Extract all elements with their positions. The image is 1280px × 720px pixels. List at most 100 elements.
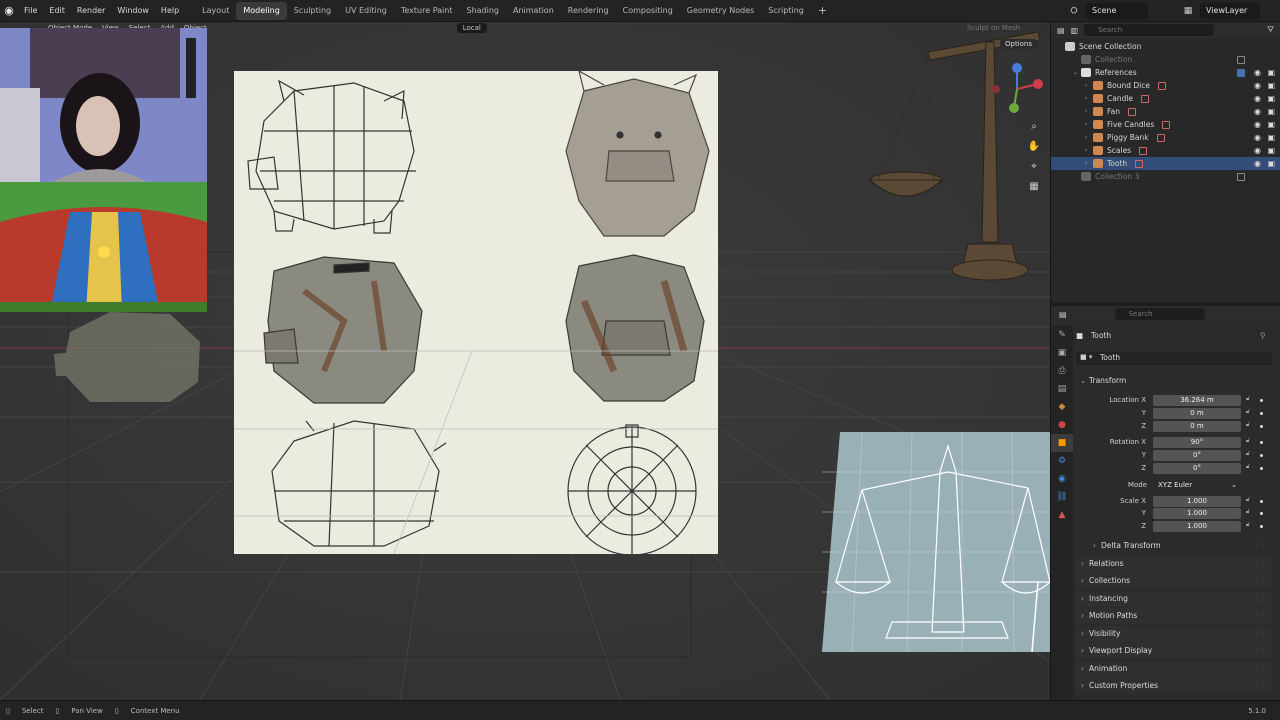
render-camera-icon[interactable]: ▣	[1267, 159, 1275, 168]
keyframe-dot-icon[interactable]	[1260, 467, 1263, 470]
menu-render[interactable]: Render	[71, 0, 111, 22]
lock-icon[interactable]: 🔓︎	[1246, 450, 1250, 458]
outliner-row[interactable]: › Scales ◉ ▣	[1051, 144, 1280, 157]
pan-hand-icon[interactable]: ✋	[1026, 138, 1042, 154]
expand-arrow-icon[interactable]: ›	[1085, 160, 1093, 167]
editor-type-icon[interactable]: ▤	[1059, 310, 1067, 319]
tab-texture-paint[interactable]: Texture Paint	[394, 2, 460, 20]
tab-scripting[interactable]: Scripting	[761, 2, 811, 20]
section-collections[interactable]: Collections	[1076, 573, 1272, 589]
keyframe-dot-icon[interactable]	[1260, 441, 1263, 444]
scales-reference-plane[interactable]	[822, 432, 1050, 652]
visibility-eye-icon[interactable]: ◉	[1254, 159, 1261, 168]
expand-arrow-icon[interactable]: ›	[1085, 95, 1093, 102]
piggy-bank-model[interactable]	[50, 302, 210, 412]
tab-geometry-nodes[interactable]: Geometry Nodes	[680, 2, 761, 20]
rotation-mode-dropdown[interactable]: XYZ Euler ⌄	[1153, 480, 1241, 491]
scale-x-field[interactable]: 1.000	[1153, 496, 1241, 507]
expand-arrow-icon[interactable]: ›	[1085, 108, 1093, 115]
lock-icon[interactable]: 🔓︎	[1246, 508, 1250, 516]
camera-view-icon[interactable]: ⌖	[1026, 158, 1042, 174]
exclude-checkbox[interactable]	[1237, 172, 1245, 181]
navigation-gizmo[interactable]	[990, 62, 1044, 116]
visibility-eye-icon[interactable]: ◉	[1254, 68, 1261, 77]
section-custom-properties[interactable]: Custom Properties	[1076, 678, 1272, 694]
lock-icon[interactable]: 🔓︎	[1246, 395, 1250, 403]
image-data-icon[interactable]	[1156, 133, 1165, 142]
keyframe-dot-icon[interactable]	[1260, 512, 1263, 515]
view-layer-selector[interactable]: ▦ ViewLayer	[1180, 3, 1260, 19]
location-y-field[interactable]: 0 m	[1153, 408, 1241, 419]
lock-icon[interactable]: 🔓︎	[1246, 496, 1250, 504]
keyframe-dot-icon[interactable]	[1260, 399, 1263, 402]
object-name[interactable]: Tooth	[1091, 331, 1111, 340]
outliner-row[interactable]: › Tooth ◉ ▣	[1051, 157, 1280, 170]
scene-name-field[interactable]: Scene	[1086, 3, 1148, 19]
rotation-z-field[interactable]: 0°	[1153, 463, 1241, 474]
keyframe-dot-icon[interactable]	[1260, 454, 1263, 457]
expand-arrow-icon[interactable]: ›	[1085, 121, 1093, 128]
tab-shading[interactable]: Shading	[459, 2, 506, 20]
render-camera-icon[interactable]: ▣	[1267, 94, 1275, 103]
visibility-eye-icon[interactable]: ◉	[1254, 146, 1261, 155]
rotation-y-field[interactable]: 0°	[1153, 450, 1241, 461]
render-camera-icon[interactable]: ▣	[1267, 133, 1275, 142]
add-workspace-icon[interactable]: +	[811, 2, 834, 20]
render-camera-icon[interactable]: ▣	[1267, 68, 1275, 77]
lock-icon[interactable]: 🔓︎	[1246, 437, 1250, 445]
outliner-row[interactable]: › Candle ◉ ▣	[1051, 92, 1280, 105]
rotation-x-field[interactable]: 90°	[1153, 437, 1241, 448]
image-data-icon[interactable]	[1162, 120, 1171, 129]
lock-icon[interactable]: 🔓︎	[1246, 421, 1250, 429]
image-data-icon[interactable]	[1127, 107, 1136, 116]
image-data-icon[interactable]	[1157, 81, 1166, 90]
pin-icon[interactable]: ⚲	[1260, 331, 1266, 340]
transform-header[interactable]: Transform	[1089, 376, 1126, 385]
visibility-eye-icon[interactable]: ◉	[1254, 133, 1261, 142]
tab-compositing[interactable]: Compositing	[616, 2, 680, 20]
tab-layout[interactable]: Layout	[195, 2, 236, 20]
keyframe-dot-icon[interactable]	[1260, 500, 1263, 503]
tab-sculpting[interactable]: Sculpting	[287, 2, 338, 20]
section-animation[interactable]: Animation	[1076, 660, 1272, 677]
outliner-row[interactable]: › Five Candles ◉ ▣	[1051, 118, 1280, 131]
exclude-checkbox[interactable]	[1237, 68, 1245, 77]
scale-z-field[interactable]: 1.000	[1153, 521, 1241, 532]
piggy-bank-reference-image[interactable]	[234, 69, 718, 556]
scale-y-field[interactable]: 1.000	[1153, 508, 1241, 519]
tab-modeling[interactable]: Modeling	[236, 1, 287, 20]
display-mode-icon[interactable]: ▥	[1071, 26, 1079, 35]
render-tab-icon[interactable]: ▣	[1051, 344, 1073, 362]
outliner-row[interactable]: › Fan ◉ ▣	[1051, 105, 1280, 118]
tab-uv-editing[interactable]: UV Editing	[338, 2, 394, 20]
visibility-eye-icon[interactable]: ◉	[1254, 107, 1261, 116]
blender-logo-icon[interactable]: ◉	[0, 0, 18, 22]
render-camera-icon[interactable]: ▣	[1267, 81, 1275, 90]
exclude-checkbox[interactable]	[1237, 55, 1245, 64]
menu-window[interactable]: Window	[111, 0, 155, 22]
lock-icon[interactable]: 🔓︎	[1246, 408, 1250, 416]
location-x-field[interactable]: 36.264 m	[1153, 395, 1241, 406]
section-instancing[interactable]: Instancing	[1076, 590, 1272, 607]
section-visibility[interactable]: Visibility	[1076, 625, 1272, 642]
keyframe-dot-icon[interactable]	[1260, 425, 1263, 428]
outliner-row[interactable]: ⌄ References ◉ ▣	[1051, 66, 1280, 79]
section-motion-paths[interactable]: Motion Paths	[1076, 608, 1272, 624]
tool-tab-icon[interactable]: ✎	[1051, 326, 1073, 344]
visibility-eye-icon[interactable]: ◉	[1254, 120, 1261, 129]
menu-help[interactable]: Help	[155, 0, 185, 22]
expand-arrow-icon[interactable]: ›	[1085, 147, 1093, 154]
section-relations[interactable]: Relations	[1076, 555, 1272, 572]
tab-animation[interactable]: Animation	[506, 2, 561, 20]
zoom-icon[interactable]: ⌕	[1026, 118, 1042, 134]
outliner-search-input[interactable]: Search	[1084, 24, 1215, 36]
keyframe-dot-icon[interactable]	[1260, 412, 1263, 415]
render-camera-icon[interactable]: ▣	[1267, 146, 1275, 155]
lock-icon[interactable]: 🔓︎	[1246, 463, 1250, 471]
section-viewport-display[interactable]: Viewport Display	[1076, 643, 1272, 659]
object-name-field[interactable]: ■ ▾ Tooth	[1076, 352, 1272, 365]
visibility-eye-icon[interactable]: ◉	[1254, 81, 1261, 90]
sculpt-on-mesh-label[interactable]: Sculpt on Mesh	[967, 24, 1020, 32]
render-camera-icon[interactable]: ▣	[1267, 107, 1275, 116]
expand-arrow-icon[interactable]: ⌄	[1073, 69, 1081, 76]
